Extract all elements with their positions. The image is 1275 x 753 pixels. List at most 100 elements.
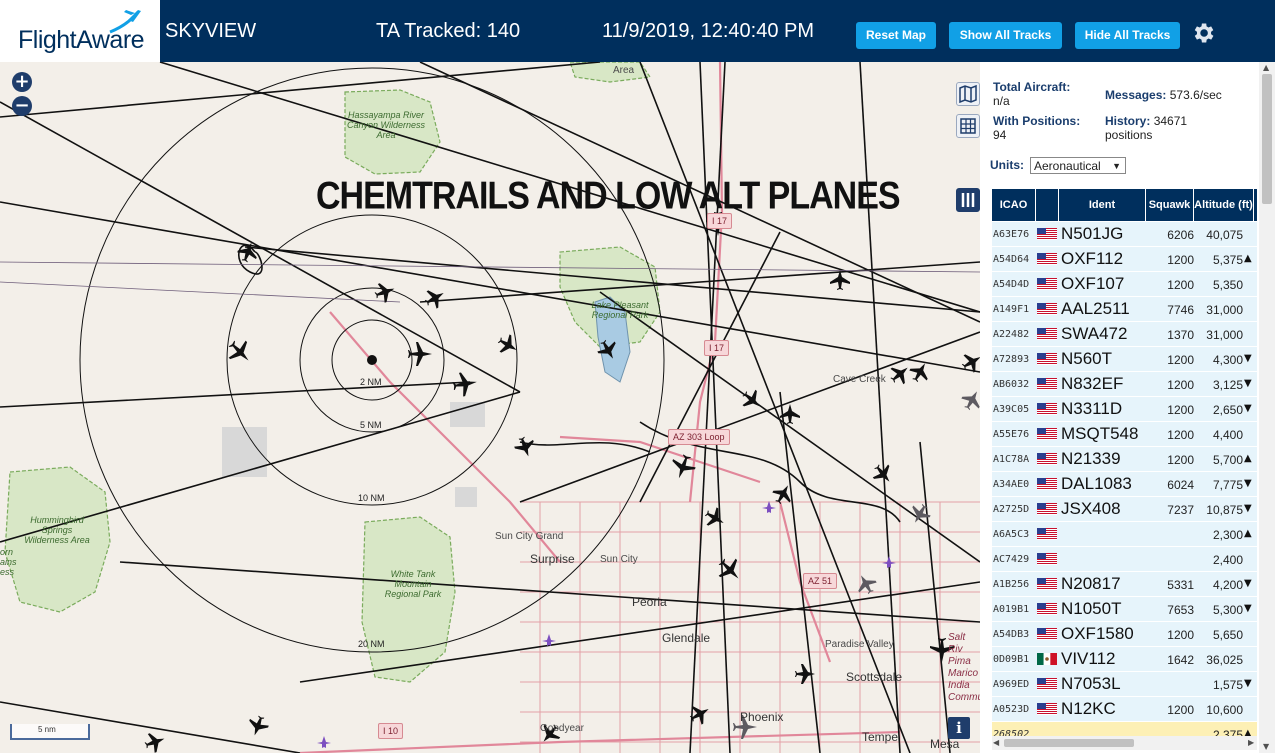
cell-icao: A019B1 bbox=[993, 604, 1030, 615]
hide-all-tracks-button[interactable]: Hide All Tracks bbox=[1075, 22, 1180, 49]
table-row[interactable]: A55E76 MSQT548 1200 4,400 bbox=[992, 422, 1257, 447]
cell-ident: N501JG bbox=[1061, 224, 1124, 243]
place-label-peoria: Peoria bbox=[632, 595, 667, 609]
reset-map-button[interactable]: Reset Map bbox=[856, 22, 936, 49]
range-label-5nm: 5 NM bbox=[360, 420, 382, 430]
table-row[interactable]: A969ED N7053L 1,575 ▼ bbox=[992, 672, 1257, 697]
table-row[interactable]: A39C05 N3311D 1200 2,650 ▼ bbox=[992, 397, 1257, 422]
cell-squawk: 1200 bbox=[1167, 428, 1194, 442]
park-label-lake-pleasant: Lake Pleasant Regional Park bbox=[591, 300, 649, 320]
units-select-value: Aeronautical bbox=[1034, 159, 1101, 173]
cell-squawk: 1642 bbox=[1167, 653, 1194, 667]
scroll-up-icon[interactable]: ▲ bbox=[1263, 63, 1269, 72]
table-row[interactable]: A54DB3 OXF1580 1200 5,650 bbox=[992, 622, 1257, 647]
zoom-out-button[interactable]: − bbox=[12, 96, 32, 116]
cell-icao: A6A5C3 bbox=[993, 529, 1030, 540]
cell-ident: N1050T bbox=[1061, 599, 1122, 618]
show-all-tracks-button[interactable]: Show All Tracks bbox=[949, 22, 1062, 49]
cell-altitude: 10,600 bbox=[1206, 703, 1243, 717]
place-label-goodyear: Goodyear bbox=[540, 723, 584, 734]
cell-altitude: 7,775 bbox=[1212, 478, 1243, 492]
us-flag-icon bbox=[1037, 278, 1057, 290]
cell-altitude-trend: ▼ bbox=[1244, 503, 1252, 514]
scroll-right-icon[interactable]: ▶ bbox=[1248, 738, 1254, 747]
us-flag-icon bbox=[1037, 253, 1057, 265]
table-row[interactable]: AB6032 N832EF 1200 3,125 ▼ bbox=[992, 372, 1257, 397]
grid-toggle-button[interactable] bbox=[956, 114, 980, 138]
table-horizontal-scrollbar[interactable]: ◀ ▶ bbox=[992, 736, 1257, 750]
zoom-in-button[interactable]: + bbox=[12, 72, 32, 92]
cell-ident: VIV112 bbox=[1061, 649, 1116, 668]
cell-altitude-trend: ▼ bbox=[1244, 478, 1252, 489]
park-label-white-tank: White Tank Mountain Regional Park bbox=[384, 569, 442, 599]
info-button[interactable]: i bbox=[948, 717, 970, 739]
cell-squawk: 7237 bbox=[1167, 503, 1194, 517]
cell-ident: SWA472 bbox=[1061, 324, 1128, 343]
table-row[interactable]: A019B1 N1050T 7653 5,300 ▼ bbox=[992, 597, 1257, 622]
column-header-squawk[interactable]: Squawk bbox=[1146, 189, 1194, 221]
table-row[interactable]: A0523D N12KC 1200 10,600 bbox=[992, 697, 1257, 722]
table-row[interactable]: A1B256 N20817 5331 4,200 ▼ bbox=[992, 572, 1257, 597]
column-header-icao[interactable]: ICAO bbox=[992, 189, 1036, 221]
cell-ident: N21339 bbox=[1061, 449, 1121, 468]
table-row[interactable]: A54D4D OXF107 1200 5,350 bbox=[992, 272, 1257, 297]
map-layers-button[interactable] bbox=[956, 82, 980, 106]
with-positions-stat: With Positions: 94 bbox=[993, 114, 1080, 142]
cell-squawk: 1200 bbox=[1167, 453, 1194, 467]
column-header-flag[interactable] bbox=[1036, 189, 1059, 221]
table-row[interactable]: A1C78A N21339 1200 5,700 ▲ bbox=[992, 447, 1257, 472]
table-row[interactable]: A72893 N560T 1200 4,300 ▼ bbox=[992, 347, 1257, 372]
us-flag-icon bbox=[1037, 678, 1057, 690]
mexico-flag-icon bbox=[1037, 653, 1057, 665]
table-row[interactable]: A149F1 AAL2511 7746 31,000 bbox=[992, 297, 1257, 322]
horizontal-scroll-thumb[interactable] bbox=[1004, 739, 1134, 747]
place-label-scottsdale: Scottsdale bbox=[846, 670, 903, 684]
table-row[interactable]: A54D64 OXF112 1200 5,375 ▲ bbox=[992, 247, 1257, 272]
units-select[interactable]: Aeronautical ▼ bbox=[1030, 157, 1126, 174]
cell-icao: A149F1 bbox=[993, 304, 1030, 315]
flightaware-logo[interactable]: FlightAware bbox=[0, 0, 160, 62]
cell-squawk: 5331 bbox=[1167, 578, 1194, 592]
cell-ident: N7053L bbox=[1061, 674, 1121, 693]
cell-ident: N560T bbox=[1061, 349, 1113, 368]
us-flag-icon bbox=[1037, 303, 1057, 315]
column-header-ident[interactable]: Ident bbox=[1059, 189, 1146, 221]
column-header-altitude[interactable]: Altitude (ft) bbox=[1194, 189, 1254, 221]
range-label-20nm: 20 NM bbox=[358, 639, 385, 649]
us-flag-icon bbox=[1037, 428, 1057, 440]
table-row[interactable]: A63E76 N501JG 6206 40,075 bbox=[992, 222, 1257, 247]
us-flag-icon bbox=[1037, 553, 1057, 565]
map-view[interactable]: Area Hassayampa River Canyon Wilderness … bbox=[0, 62, 980, 753]
table-row[interactable]: A22482 SWA472 1370 31,000 bbox=[992, 322, 1257, 347]
cell-ident: AAL2511 bbox=[1061, 299, 1130, 318]
grid-icon bbox=[960, 118, 976, 134]
cell-squawk: 6024 bbox=[1167, 478, 1194, 492]
scale-bar-label: 5 nm bbox=[38, 725, 56, 734]
table-row[interactable]: 0D09B1 VIV112 1642 36,025 bbox=[992, 647, 1257, 672]
scroll-down-icon[interactable]: ▼ bbox=[1263, 742, 1269, 751]
panel-vertical-scrollbar[interactable]: ▲ ▼ bbox=[1259, 62, 1275, 753]
us-flag-icon bbox=[1037, 353, 1057, 365]
cell-ident: OXF112 bbox=[1061, 249, 1124, 268]
cell-altitude: 36,025 bbox=[1206, 653, 1243, 667]
columns-icon bbox=[961, 193, 975, 207]
cell-squawk: 1370 bbox=[1167, 328, 1194, 342]
cell-altitude: 31,000 bbox=[1206, 303, 1243, 317]
cell-altitude-trend: ▼ bbox=[1244, 353, 1252, 364]
table-row[interactable]: A34AE0 DAL1083 6024 7,775 ▼ bbox=[992, 472, 1257, 497]
cell-icao: A54D64 bbox=[993, 254, 1030, 265]
cell-icao: A55E76 bbox=[993, 429, 1030, 440]
scroll-left-icon[interactable]: ◀ bbox=[993, 738, 999, 747]
table-row[interactable]: A6A5C3 2,300 ▲ bbox=[992, 522, 1257, 547]
table-row[interactable]: A2725D JSX408 7237 10,875 ▼ bbox=[992, 497, 1257, 522]
road-badge-az303: AZ 303 Loop bbox=[668, 429, 730, 445]
us-flag-icon bbox=[1037, 478, 1057, 490]
vertical-scroll-thumb[interactable] bbox=[1262, 74, 1272, 204]
table-row[interactable]: AC7429 2,400 bbox=[992, 547, 1257, 572]
gear-icon[interactable] bbox=[1190, 20, 1216, 46]
road-badge-az51: AZ 51 bbox=[803, 573, 838, 589]
toggle-sidebar-button[interactable] bbox=[956, 188, 980, 212]
cell-altitude: 4,400 bbox=[1212, 428, 1243, 442]
tracked-count: TA Tracked: 140 bbox=[376, 20, 521, 42]
us-flag-icon bbox=[1037, 628, 1057, 640]
